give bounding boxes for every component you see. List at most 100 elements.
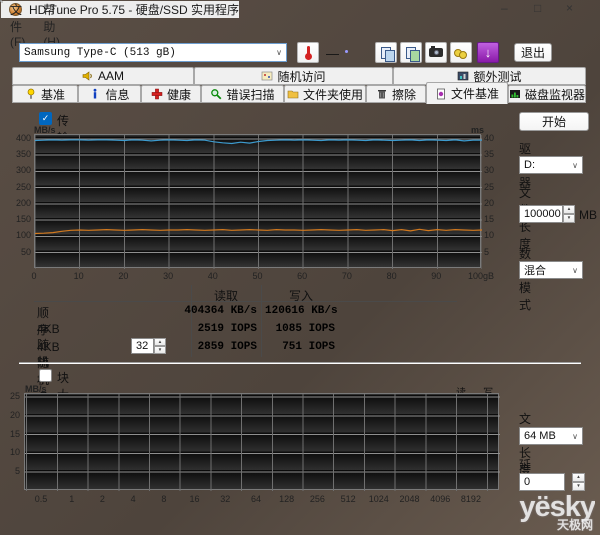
top-chart-xtick: 90: [416, 271, 456, 281]
tab-error-scan[interactable]: 错误扫描: [201, 85, 284, 103]
thermometer-icon: [307, 46, 310, 57]
copy-text-icon: [378, 45, 394, 61]
top-chart-xtick: 20: [103, 271, 143, 281]
top-chart-xtick: 50: [238, 271, 278, 281]
drive-select[interactable]: Samsung Type-C (513 gB) ∨: [19, 43, 287, 62]
copy-image-icon: [403, 45, 419, 61]
minimize-button[interactable]: –: [501, 1, 508, 15]
table-vline-2: [261, 285, 262, 357]
speaker-icon: [82, 70, 94, 82]
trash-icon: [376, 88, 388, 100]
spin-up-button[interactable]: ▲: [572, 473, 585, 482]
temperature-button[interactable]: [297, 42, 319, 63]
queue-depth-value: 32: [136, 340, 148, 352]
close-button[interactable]: ×: [566, 1, 573, 15]
tab-aam[interactable]: AAM: [12, 67, 194, 85]
tab-folder-usage-label: 文件夹使用: [303, 86, 363, 103]
spin-up-button[interactable]: ▲: [563, 205, 575, 214]
maximize-button[interactable]: □: [534, 1, 541, 15]
donate-button[interactable]: [450, 42, 472, 63]
delay-spinner: ▲ ▼: [572, 473, 585, 491]
random-access-icon: [261, 70, 273, 82]
menu-file[interactable]: 文件(F): [1, 1, 34, 49]
top-chart-xtick: 10: [59, 271, 99, 281]
top-chart-xtick: 40: [193, 271, 233, 281]
top-chart-ytick: 100: [3, 230, 31, 240]
section-separator: [19, 362, 581, 364]
tab-info-label: 信息: [105, 86, 129, 103]
watermark-subtitle: 天极网: [469, 519, 593, 531]
copy-image-button[interactable]: [400, 42, 422, 63]
extra-tests-icon: [457, 70, 469, 82]
copy-text-button[interactable]: [375, 42, 397, 63]
tab-health[interactable]: 健康: [141, 85, 201, 103]
file-benchmark-icon: [435, 88, 447, 100]
top-chart-xtick: 60: [282, 271, 322, 281]
chevron-down-icon: ∨: [272, 48, 286, 57]
tab-disk-monitor-label: 磁盘监视器: [525, 86, 585, 103]
tab-benchmark-label: 基准: [41, 86, 65, 103]
spin-down-icon: ▼: [576, 484, 580, 489]
data-mode-label: 数据模式: [519, 245, 531, 313]
tab-health-label: 健康: [167, 86, 191, 103]
tab-random-access[interactable]: 随机访问: [194, 67, 393, 85]
bottom-chart-ytick: 20: [2, 410, 20, 420]
file-length-input[interactable]: 100000: [519, 205, 563, 223]
spin-up-icon: ▲: [576, 475, 580, 480]
block-file-length-value: 64 MB: [520, 430, 568, 442]
tab-folder-usage[interactable]: 文件夹使用: [284, 85, 366, 103]
top-chart-y2tick: 40: [484, 133, 504, 143]
maximize-icon: □: [534, 1, 541, 15]
exit-button[interactable]: 退出: [514, 43, 552, 62]
bottom-chart-xtick: 8192: [453, 494, 489, 504]
block-size-plot: [24, 393, 499, 490]
tab-random-access-label: 随机访问: [277, 68, 325, 85]
coins-icon: [454, 47, 468, 59]
top-chart-xtick: 80: [372, 271, 412, 281]
delay-value: 0: [524, 476, 530, 488]
tab-disk-monitor[interactable]: 磁盘监视器: [508, 85, 586, 103]
spin-down-icon: ▼: [567, 216, 571, 221]
bottom-chart-ytick: 10: [2, 447, 20, 457]
bottom-chart-ytick: 5: [2, 466, 20, 476]
tab-file-benchmark[interactable]: 文件基准: [426, 82, 508, 104]
menu-bar: 文件(F) 帮助(H): [1, 1, 69, 49]
sequential-read-value: 404364 KB/s: [151, 305, 257, 317]
update-button[interactable]: ↓: [477, 42, 499, 63]
delay-input[interactable]: 0: [519, 473, 565, 491]
start-button[interactable]: 开始: [519, 112, 589, 131]
transfer-speed-plot: [34, 134, 481, 268]
screenshot-button[interactable]: [425, 42, 447, 63]
bottom-chart-ytick: 15: [2, 429, 20, 439]
tab-erase[interactable]: 擦除: [366, 85, 426, 103]
top-chart-y2tick: 10: [484, 230, 504, 240]
top-chart-ytick: 250: [3, 182, 31, 192]
top-chart-ytick: 200: [3, 198, 31, 208]
4k-multi-read-value: 2859 IOPS: [151, 341, 257, 353]
data-mode-combobox[interactable]: 混合 ∨: [519, 261, 583, 279]
menu-help[interactable]: 帮助(H): [34, 1, 69, 49]
drive-combobox[interactable]: D: ∨: [519, 156, 583, 174]
temperature-value: —: [326, 46, 339, 61]
transfer-speed-checkbox[interactable]: ✓: [39, 112, 52, 125]
tab-file-benchmark-label: 文件基准: [451, 85, 499, 102]
health-cross-icon: [151, 88, 163, 100]
tab-aam-label: AAM: [98, 69, 124, 83]
chevron-down-icon: ∨: [568, 432, 582, 441]
spin-down-button[interactable]: ▼: [572, 482, 585, 491]
tab-info[interactable]: 信息: [78, 85, 141, 103]
minimize-icon: –: [501, 1, 508, 15]
top-chart-y2tick: 35: [484, 149, 504, 159]
top-chart-y2tick: 15: [484, 214, 504, 224]
4k-multi-write-value: 751 IOPS: [265, 341, 335, 353]
top-chart-xtick: 0: [14, 271, 54, 281]
camera-icon: [429, 48, 443, 57]
folder-icon: [287, 88, 299, 100]
check-icon: ✓: [42, 113, 50, 124]
top-chart-y2tick: 5: [484, 247, 504, 257]
block-file-length-combobox[interactable]: 64 MB ∨: [519, 427, 583, 445]
spin-down-button[interactable]: ▼: [563, 214, 575, 223]
drive-combobox-value: D:: [520, 159, 568, 171]
block-size-checkbox[interactable]: [39, 369, 52, 382]
tab-benchmark[interactable]: 基准: [12, 85, 78, 103]
